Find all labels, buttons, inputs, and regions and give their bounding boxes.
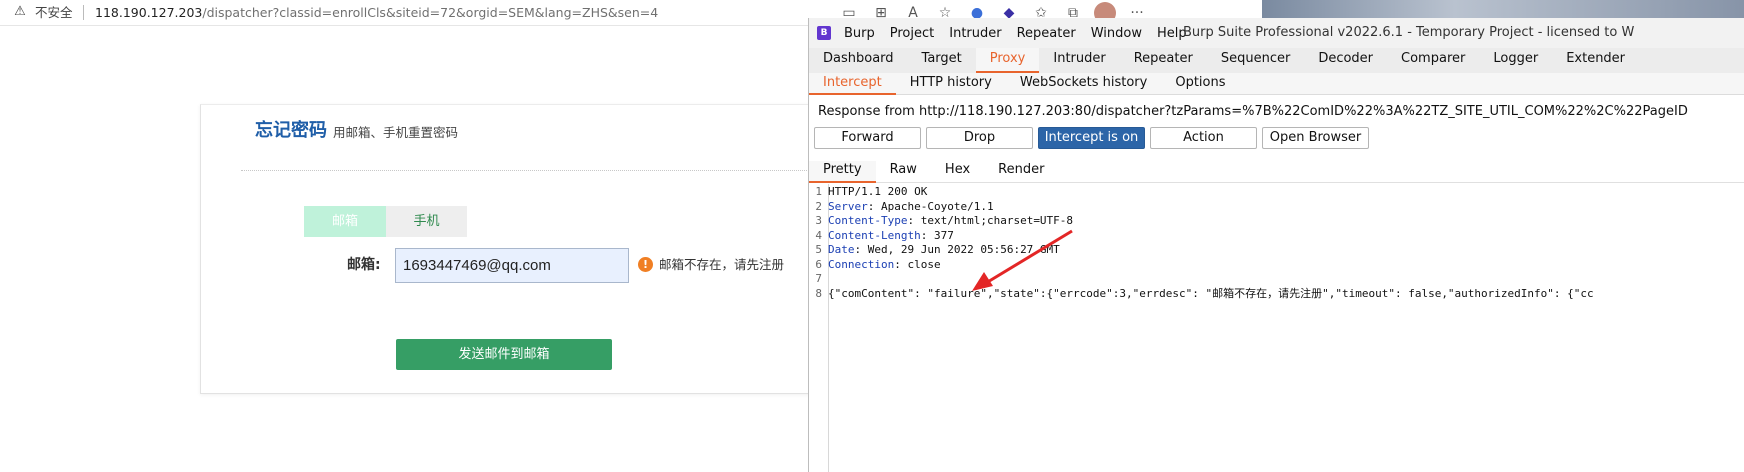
line-number: 6 <box>815 257 822 271</box>
tab-email[interactable]: 邮箱 <box>304 206 386 237</box>
menu-intruder[interactable]: Intruder <box>949 26 1001 41</box>
header-key: Server <box>828 199 868 213</box>
address-separator <box>83 5 84 20</box>
header-value: : close <box>894 257 941 271</box>
subtab-intercept[interactable]: Intercept <box>809 73 896 95</box>
code-line: 8 {"comContent": "failure","state":{"errc… <box>809 287 1744 302</box>
intercept-button-row: Forward Drop Intercept is on Action Open… <box>814 127 1369 150</box>
menu-burp[interactable]: Burp <box>844 26 875 41</box>
tab-decoder[interactable]: Decoder <box>1304 48 1387 73</box>
tab-comparer[interactable]: Comparer <box>1387 48 1479 73</box>
header-value: : Wed, 29 Jun 2022 05:56:27 GMT <box>854 243 1060 256</box>
url-host: 118.190.127.203 <box>95 5 203 20</box>
message-view-tabbar: Pretty Raw Hex Render <box>809 161 1744 183</box>
line-number: 3 <box>815 214 822 227</box>
tab-phone[interactable]: 手机 <box>386 206 467 237</box>
action-button[interactable]: Action <box>1150 127 1257 149</box>
insecure-label[interactable]: 不安全 <box>35 4 73 21</box>
tab-target[interactable]: Target <box>908 48 976 73</box>
menu-project[interactable]: Project <box>890 26 934 41</box>
tab-repeater[interactable]: Repeater <box>1120 48 1207 73</box>
burp-menubar: Burp Project Intruder Repeater Window He… <box>844 18 1187 48</box>
window-title: Burp Suite Professional v2022.6.1 - Temp… <box>1183 25 1635 40</box>
line-number: 7 <box>815 272 822 285</box>
forward-button[interactable]: Forward <box>814 127 921 149</box>
burp-titlebar: B Burp Project Intruder Repeater Window … <box>809 18 1744 48</box>
tab-intruder[interactable]: Intruder <box>1039 48 1119 73</box>
drop-button[interactable]: Drop <box>926 127 1033 149</box>
warning-icon[interactable]: ⚠ <box>12 4 28 20</box>
line-number: 2 <box>815 199 822 213</box>
send-email-button[interactable]: 发送邮件到邮箱 <box>396 339 612 370</box>
code-line: 2 Server: Apache-Coyote/1.1 <box>809 200 1744 215</box>
header-key: Content-Type <box>828 214 908 227</box>
menu-repeater[interactable]: Repeater <box>1017 26 1076 41</box>
viewtab-render[interactable]: Render <box>984 161 1058 183</box>
tab-sequencer[interactable]: Sequencer <box>1207 48 1304 73</box>
burp-window: B Burp Project Intruder Repeater Window … <box>808 18 1744 472</box>
line-number: 4 <box>815 228 822 242</box>
subtab-http-history[interactable]: HTTP history <box>896 73 1006 95</box>
line-number: 8 <box>815 286 822 300</box>
error-message: 邮箱不存在，请先注册 <box>659 257 785 272</box>
viewtab-raw[interactable]: Raw <box>876 161 931 183</box>
code-line: 7 <box>809 272 1744 287</box>
line-number: 5 <box>815 243 822 256</box>
proxy-subtabbar: Intercept HTTP history WebSockets histor… <box>809 73 1744 95</box>
header-value: : 377 <box>920 228 954 242</box>
intercept-toggle-button[interactable]: Intercept is on <box>1038 127 1145 149</box>
tab-proxy[interactable]: Proxy <box>975 48 1040 73</box>
header-key: Date <box>828 243 855 256</box>
header-value: HTTP/1.1 200 OK <box>828 185 928 198</box>
desktop-background <box>1262 0 1744 18</box>
response-from-label: Response from http://118.190.127.203:80/… <box>818 104 1688 119</box>
response-editor[interactable]: 1 HTTP/1.1 200 OK 2 Server: Apache-Coyote/… <box>809 185 1744 301</box>
open-browser-button[interactable]: Open Browser <box>1262 127 1369 149</box>
header-key: Content-Length <box>828 228 921 242</box>
response-body: {"comContent": "failure","state":{"errco… <box>828 286 1594 300</box>
burp-logo-icon: B <box>817 26 831 40</box>
subtab-options[interactable]: Options <box>1161 73 1239 95</box>
error-icon: ! <box>638 257 653 272</box>
title-divider <box>241 170 811 171</box>
tab-dashboard[interactable]: Dashboard <box>809 48 908 73</box>
main-tabbar: Dashboard Target Proxy Intruder Repeater… <box>809 48 1744 73</box>
tab-logger[interactable]: Logger <box>1479 48 1552 73</box>
url-field[interactable]: 118.190.127.203/dispatcher?classid=enrol… <box>95 4 658 21</box>
viewtab-hex[interactable]: Hex <box>931 161 984 183</box>
code-line: 6 Connection: close <box>809 258 1744 273</box>
code-line: 3 Content-Type: text/html;charset=UTF-8 <box>809 214 1744 229</box>
page-subtitle: 用邮箱、手机重置密码 <box>333 125 459 140</box>
line-number: 1 <box>815 185 822 198</box>
code-line: 1 HTTP/1.1 200 OK <box>809 185 1744 200</box>
email-label: 邮箱: <box>347 257 381 273</box>
tab-extender[interactable]: Extender <box>1552 48 1639 73</box>
subtab-websockets-history[interactable]: WebSockets history <box>1006 73 1161 95</box>
menu-window[interactable]: Window <box>1091 26 1142 41</box>
code-line: 5 Date: Wed, 29 Jun 2022 05:56:27 GMT <box>809 243 1744 258</box>
header-value: : text/html;charset=UTF-8 <box>907 214 1074 227</box>
code-line: 4 Content-Length: 377 <box>809 229 1744 244</box>
header-key: Connection <box>828 257 895 271</box>
page-title: 忘记密码 <box>255 120 327 141</box>
header-value: : Apache-Coyote/1.1 <box>867 199 994 213</box>
viewtab-pretty[interactable]: Pretty <box>809 161 876 183</box>
url-path: /dispatcher?classid=enrollCls&siteid=72&… <box>202 5 659 20</box>
email-field[interactable]: 1693447469@qq.com <box>395 248 629 283</box>
